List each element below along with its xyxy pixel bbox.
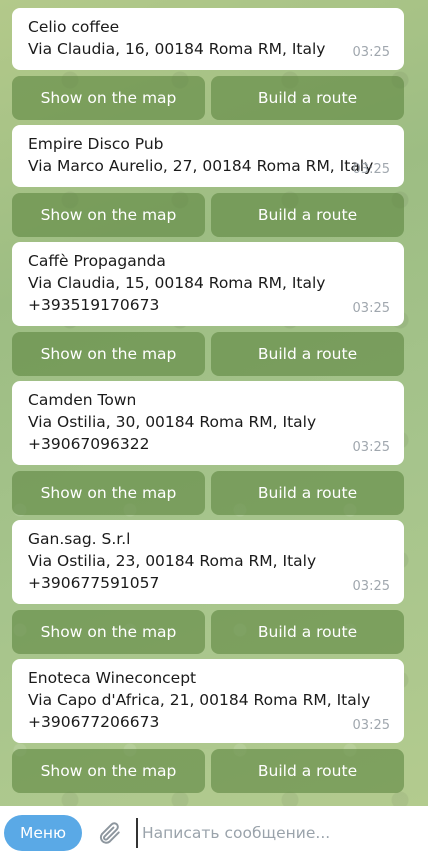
location-message: Empire Disco Pub Via Marco Aurelio, 27, … [12, 125, 404, 237]
message-bubble: Enoteca Wineconcept Via Capo d'Africa, 2… [12, 659, 404, 743]
place-name: Gan.sag. S.r.l [28, 530, 131, 548]
inline-keyboard: Show on the map Build a route [12, 76, 404, 120]
location-message: Gan.sag. S.r.l Via Ostilia, 23, 00184 Ro… [12, 520, 404, 654]
inline-keyboard: Show on the map Build a route [12, 610, 404, 654]
message-bubble: Gan.sag. S.r.l Via Ostilia, 23, 00184 Ro… [12, 520, 404, 604]
message-bubble: Celio coffee Via Claudia, 16, 00184 Roma… [12, 8, 404, 70]
show-on-map-button[interactable]: Show on the map [12, 610, 205, 654]
message-time: 03:25 [352, 579, 390, 594]
place-phone: +39067096322 [28, 435, 150, 453]
location-message: Enoteca Wineconcept Via Capo d'Africa, 2… [12, 659, 404, 793]
inline-keyboard: Show on the map Build a route [12, 749, 404, 793]
place-name: Celio coffee [28, 18, 120, 36]
show-on-map-button[interactable]: Show on the map [12, 471, 205, 515]
inline-keyboard: Show on the map Build a route [12, 471, 404, 515]
show-on-map-button[interactable]: Show on the map [12, 749, 205, 793]
message-bubble: Caffè Propaganda Via Claudia, 15, 00184 … [12, 242, 404, 326]
place-address: Via Ostilia, 30, 00184 Roma RM, Italy [28, 413, 317, 431]
paperclip-icon[interactable] [94, 818, 124, 848]
place-name: Camden Town [28, 391, 137, 409]
show-on-map-button[interactable]: Show on the map [12, 193, 205, 237]
chat-area[interactable]: Celio coffee Via Claudia, 16, 00184 Roma… [0, 0, 428, 806]
message-bubble: Camden Town Via Ostilia, 30, 00184 Roma … [12, 381, 404, 465]
place-address: Via Marco Aurelio, 27, 00184 Roma RM, It… [28, 157, 374, 175]
location-message: Caffè Propaganda Via Claudia, 15, 00184 … [12, 242, 404, 376]
location-message: Celio coffee Via Claudia, 16, 00184 Roma… [12, 8, 404, 120]
place-name: Enoteca Wineconcept [28, 669, 197, 687]
place-phone: +393519170673 [28, 296, 160, 314]
message-time: 03:25 [352, 162, 390, 177]
show-on-map-button[interactable]: Show on the map [12, 332, 205, 376]
message-bubble: Empire Disco Pub Via Marco Aurelio, 27, … [12, 125, 404, 187]
build-route-button[interactable]: Build a route [211, 471, 404, 515]
message-time: 03:25 [352, 440, 390, 455]
place-phone: +390677206673 [28, 713, 160, 731]
message-time: 03:25 [352, 301, 390, 316]
message-input[interactable]: Написать сообщение... [136, 817, 428, 848]
place-name: Caffè Propaganda [28, 252, 166, 270]
inline-keyboard: Show on the map Build a route [12, 193, 404, 237]
message-time: 03:25 [352, 45, 390, 60]
menu-button[interactable]: Меню [4, 814, 82, 851]
place-address: Via Ostilia, 23, 00184 Roma RM, Italy [28, 552, 317, 570]
place-address: Via Claudia, 15, 00184 Roma RM, Italy [28, 274, 326, 292]
place-phone: +390677591057 [28, 574, 160, 592]
build-route-button[interactable]: Build a route [211, 610, 404, 654]
build-route-button[interactable]: Build a route [211, 749, 404, 793]
message-composer: Меню Написать сообщение... [0, 806, 428, 859]
message-time: 03:25 [352, 718, 390, 733]
inline-keyboard: Show on the map Build a route [12, 332, 404, 376]
place-address: Via Capo d'Africa, 21, 00184 Roma RM, It… [28, 691, 371, 709]
place-address: Via Claudia, 16, 00184 Roma RM, Italy [28, 40, 326, 58]
build-route-button[interactable]: Build a route [211, 332, 404, 376]
location-message: Camden Town Via Ostilia, 30, 00184 Roma … [12, 381, 404, 515]
show-on-map-button[interactable]: Show on the map [12, 76, 205, 120]
build-route-button[interactable]: Build a route [211, 193, 404, 237]
place-name: Empire Disco Pub [28, 135, 164, 153]
build-route-button[interactable]: Build a route [211, 76, 404, 120]
